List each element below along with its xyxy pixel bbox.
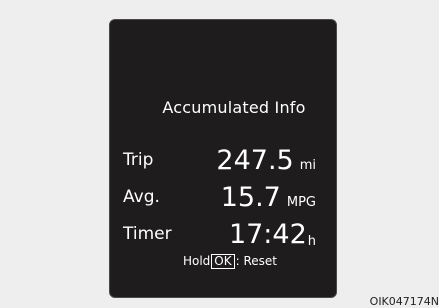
hint-suffix: : Reset: [235, 254, 278, 268]
average-mpg-unit: MPG: [286, 195, 316, 210]
display-title: Accumulated Info: [162, 98, 306, 117]
figure-code: OIK047174N: [369, 295, 439, 308]
accumulated-info-display: Accumulated Info Trip 247.5 mi Avg. 15.7 M…: [109, 19, 337, 298]
average-mpg-value: 15.7: [220, 182, 281, 213]
reset-hint: Hold OK: Reset: [110, 254, 336, 269]
average-value-group: 15.7 MPG: [221, 184, 316, 211]
trip-distance-value: 247.5: [216, 145, 294, 176]
timer-label: Timer: [123, 224, 172, 244]
timer-value-group: 17:42h: [228, 219, 316, 250]
trip-row: Trip 247.5 mi: [110, 140, 336, 174]
average-label: Avg.: [123, 187, 160, 207]
average-row: Avg. 15.7 MPG: [110, 177, 336, 211]
timer-value: 17:42: [228, 219, 307, 250]
ok-key-label: OK: [211, 254, 235, 269]
timer-unit: h: [307, 234, 316, 249]
trip-value-group: 247.5 mi: [216, 147, 316, 174]
trip-distance-unit: mi: [299, 158, 316, 173]
timer-row: Timer 17:42h: [110, 214, 336, 250]
trip-label: Trip: [123, 150, 154, 170]
hint-prefix: Hold: [182, 254, 211, 268]
